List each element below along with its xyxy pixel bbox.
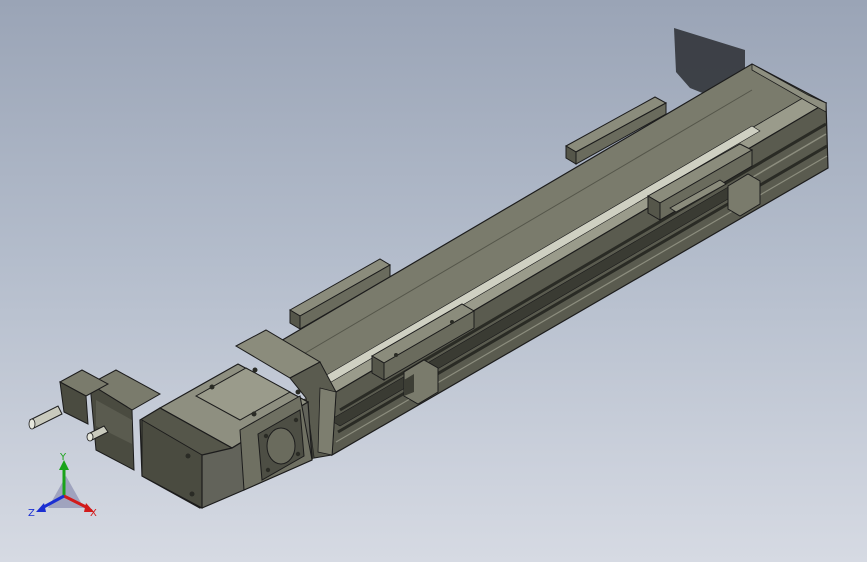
x-axis-label: X bbox=[90, 508, 97, 519]
z-axis-label: Z bbox=[28, 508, 35, 519]
rail-top-face bbox=[260, 63, 828, 393]
motor-shaft[interactable] bbox=[28, 405, 63, 430]
linear-actuator-model[interactable]: Y X Z bbox=[0, 0, 867, 562]
y-axis-label: Y bbox=[59, 452, 67, 463]
z-axis-arrow bbox=[36, 503, 46, 512]
rail-body[interactable] bbox=[260, 63, 829, 457]
motor-housing[interactable] bbox=[139, 363, 313, 509]
axis-triad: Y X Z bbox=[28, 452, 97, 519]
cad-viewport[interactable]: Y X Z bbox=[0, 0, 867, 562]
